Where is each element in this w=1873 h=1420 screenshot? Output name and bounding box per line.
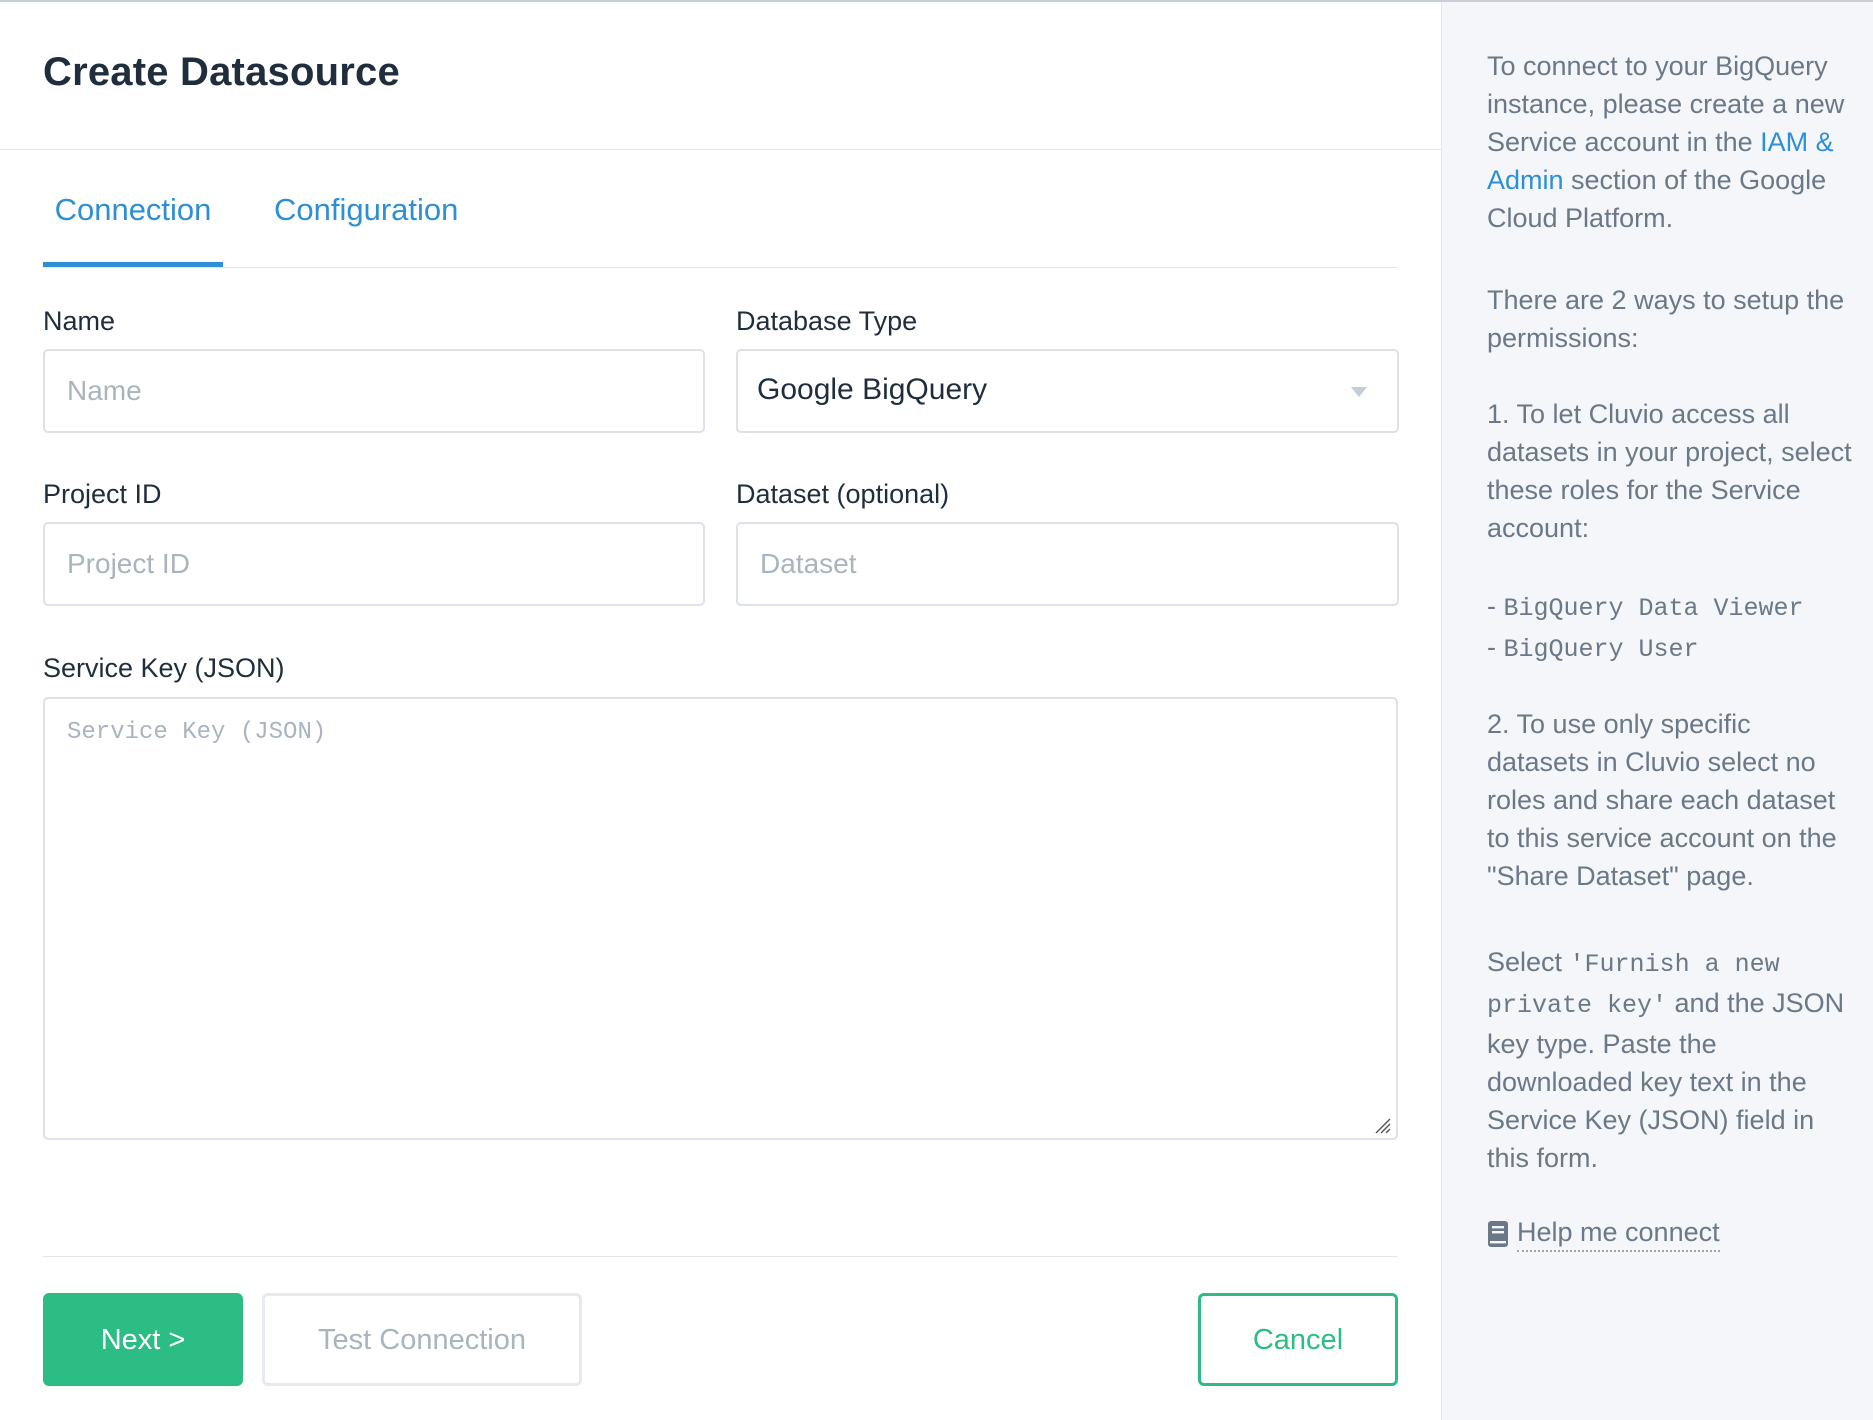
test-connection-button[interactable]: Test Connection <box>262 1293 582 1386</box>
help-ways: There are 2 ways to setup the permission… <box>1487 285 1845 353</box>
main-panel: Create Datasource Connection Configurati… <box>0 2 1441 1420</box>
project-id-label: Project ID <box>43 479 162 509</box>
project-id-input[interactable] <box>43 522 705 606</box>
help-roles: - BigQuery Data Viewer - BigQuery User <box>1487 587 1857 669</box>
database-type-select[interactable]: Google BigQuery <box>736 349 1399 433</box>
help-me-connect-label: Help me connect <box>1517 1214 1720 1252</box>
help-option-2: 2. To use only specific datasets in Cluv… <box>1487 709 1837 891</box>
chevron-down-icon <box>1351 387 1367 397</box>
help-select-key: Select 'Furnish a new private key' and t… <box>1487 943 1857 1177</box>
name-input[interactable] <box>43 349 705 433</box>
dataset-label: Dataset (optional) <box>736 479 950 509</box>
service-key-textarea[interactable] <box>43 697 1398 1140</box>
help-sidebar: To connect to your BigQuery instance, pl… <box>1441 2 1873 1420</box>
page-header: Create Datasource <box>0 2 1441 150</box>
name-label: Name <box>43 306 116 336</box>
role-1-prefix: - <box>1487 591 1504 621</box>
tab-connection[interactable]: Connection <box>43 182 223 267</box>
page-title: Create Datasource <box>43 50 400 94</box>
database-type-label: Database Type <box>736 306 918 336</box>
help-option-1: 1. To let Cluvio access all datasets in … <box>1487 399 1852 543</box>
role-1: BigQuery Data Viewer <box>1503 594 1804 623</box>
role-2-prefix: - <box>1487 632 1504 662</box>
help-select-before: Select <box>1487 947 1570 977</box>
tab-configuration[interactable]: Configuration <box>274 182 458 267</box>
next-button[interactable]: Next > <box>43 1293 243 1386</box>
role-2: BigQuery User <box>1503 635 1699 664</box>
resize-handle-icon[interactable] <box>1373 1116 1391 1134</box>
cancel-button[interactable]: Cancel <box>1198 1293 1398 1386</box>
book-icon <box>1488 1221 1508 1247</box>
tab-bar: Connection Configuration <box>43 182 1398 268</box>
footer-divider <box>43 1256 1398 1257</box>
database-type-value: Google BigQuery <box>757 373 988 406</box>
help-intro: To connect to your BigQuery instance, pl… <box>1487 47 1857 237</box>
service-key-label: Service Key (JSON) <box>43 653 285 683</box>
dataset-input[interactable] <box>736 522 1399 606</box>
